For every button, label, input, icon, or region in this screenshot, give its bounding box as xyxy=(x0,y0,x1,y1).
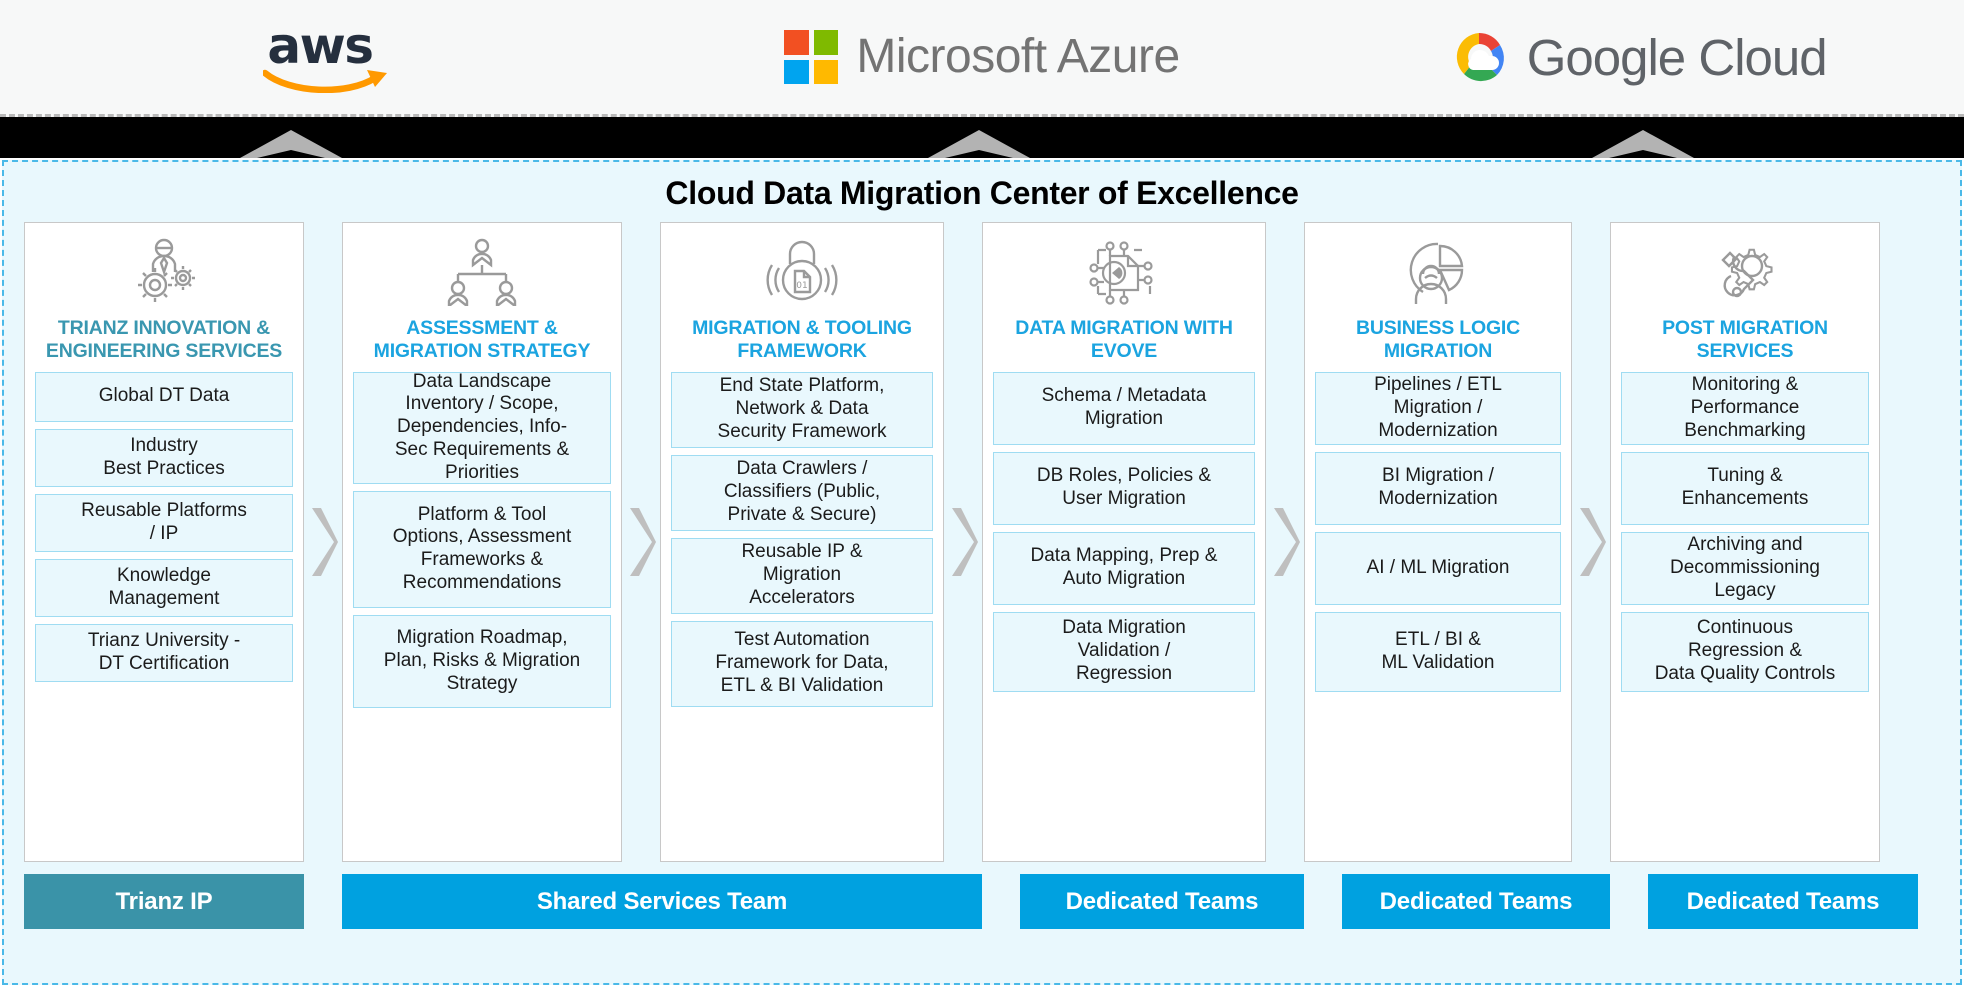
svg-text:01: 01 xyxy=(796,281,807,291)
column-assessment-migration-strategy[interactable]: ASSESSMENT & MIGRATION STRATEGY Data Lan… xyxy=(342,222,622,862)
google-cloud-logo-cell: Google Cloud xyxy=(1309,0,1964,114)
list-item[interactable]: Reusable IP & Migration Accelerators xyxy=(671,537,933,614)
list-item[interactable]: Data Landscape Inventory / Scope, Depend… xyxy=(353,371,611,484)
column-title: ASSESSMENT & MIGRATION STRATEGY xyxy=(373,317,591,362)
list-item[interactable]: Continuous Regression & Data Quality Con… xyxy=(1621,611,1869,692)
page-title: Cloud Data Migration Center of Excellenc… xyxy=(665,175,1299,211)
chevron-right-icon xyxy=(1580,508,1606,576)
list-item[interactable]: Tuning & Enhancements xyxy=(1621,451,1869,525)
column-items: Monitoring & Performance Benchmarking Tu… xyxy=(1621,371,1869,692)
capability-columns: TRIANZ INNOVATION & ENGINEERING SERVICES… xyxy=(4,222,1960,862)
list-item[interactable]: Global DT Data xyxy=(35,371,293,422)
column-business-logic-migration[interactable]: BUSINESS LOGIC MIGRATION Pipelines / ETL… xyxy=(1304,222,1572,862)
separator-chevron-5 xyxy=(1572,222,1610,862)
list-item[interactable]: Test Automation Framework for Data, ETL … xyxy=(671,620,933,707)
chevron-up-icon xyxy=(240,130,342,158)
column-post-migration-services[interactable]: POST MIGRATION SERVICES Monitoring & Per… xyxy=(1610,222,1880,862)
column-title: MIGRATION & TOOLING FRAMEWORK xyxy=(692,317,912,362)
column-items: Data Landscape Inventory / Scope, Depend… xyxy=(353,371,611,708)
list-item[interactable]: Pipelines / ETL Migration / Modernizatio… xyxy=(1315,371,1561,445)
column-items: Pipelines / ETL Migration / Modernizatio… xyxy=(1315,371,1561,692)
chevron-right-icon xyxy=(312,508,338,576)
google-cloud-logo: Google Cloud xyxy=(1447,28,1828,86)
azure-wordmark: Microsoft Azure xyxy=(856,30,1180,83)
list-item[interactable]: Schema / Metadata Migration xyxy=(993,371,1255,445)
list-item[interactable]: DB Roles, Policies & User Migration xyxy=(993,451,1255,525)
microsoft-azure-logo: Microsoft Azure xyxy=(784,30,1180,84)
column-title: TRIANZ INNOVATION & ENGINEERING SERVICES xyxy=(45,317,283,362)
cloud-providers-logo-bar: aws Microsoft Azure Google Cloud xyxy=(0,0,1964,117)
list-item[interactable]: Platform & Tool Options, Assessment Fram… xyxy=(353,490,611,608)
center-of-excellence-panel: Cloud Data Migration Center of Excellenc… xyxy=(2,160,1962,985)
separator-chevron-3 xyxy=(944,222,982,862)
separator-chevron-2 xyxy=(622,222,660,862)
aws-logo: aws xyxy=(263,21,391,93)
azure-logo-cell: Microsoft Azure xyxy=(655,0,1310,114)
google-cloud-mark-icon xyxy=(1456,32,1504,82)
column-items: End State Platform, Network & Data Secur… xyxy=(671,371,933,707)
list-item[interactable]: Data Mapping, Prep & Auto Migration xyxy=(993,531,1255,605)
footer-bar-dedicated-teams-2[interactable]: Dedicated Teams xyxy=(1342,874,1610,929)
separator-chevron-4 xyxy=(1266,222,1304,862)
footer-bar-dedicated-teams-1[interactable]: Dedicated Teams xyxy=(1020,874,1304,929)
chevron-right-icon xyxy=(1274,508,1300,576)
column-trianz-innovation[interactable]: TRIANZ INNOVATION & ENGINEERING SERVICES… xyxy=(24,222,304,862)
chevron-right-icon xyxy=(630,508,656,576)
footer-bar-shared-services-team[interactable]: Shared Services Team xyxy=(342,874,982,929)
list-item[interactable]: Data Crawlers / Classifiers (Public, Pri… xyxy=(671,454,933,531)
aws-wordmark: aws xyxy=(267,17,374,75)
chevron-right-icon xyxy=(952,508,978,576)
list-item[interactable]: Knowledge Management xyxy=(35,558,293,617)
column-title: BUSINESS LOGIC MIGRATION xyxy=(1355,317,1521,362)
microsoft-squares-icon xyxy=(784,30,839,84)
list-item[interactable]: Archiving and Decommissioning Legacy xyxy=(1621,531,1869,605)
padlock-data-icon: 01 xyxy=(762,235,842,309)
list-item[interactable]: Reusable Platforms / IP xyxy=(35,493,293,552)
list-item[interactable]: End State Platform, Network & Data Secur… xyxy=(671,371,933,448)
cloud-text: Cloud xyxy=(1698,28,1827,86)
list-item[interactable]: Industry Best Practices xyxy=(35,428,293,487)
list-item[interactable]: Migration Roadmap, Plan, Risks & Migrati… xyxy=(353,614,611,708)
column-data-migration-with-evove[interactable]: DATA MIGRATION WITH EVOVE Schema / Metad… xyxy=(982,222,1266,862)
column-items: Schema / Metadata Migration DB Roles, Po… xyxy=(993,371,1255,692)
list-item[interactable]: Trianz University - DT Certification xyxy=(35,623,293,682)
list-item[interactable]: ETL / BI & ML Validation xyxy=(1315,611,1561,692)
team-footer-bars: Trianz IP Shared Services Team Dedicated… xyxy=(4,874,1960,929)
column-title: POST MIGRATION SERVICES xyxy=(1662,317,1828,362)
cloud-connector-band xyxy=(0,117,1964,158)
circuit-chip-document-icon xyxy=(1086,235,1162,309)
separator-chevron-1 xyxy=(304,222,342,862)
google-cloud-wordmark: Google Cloud xyxy=(1526,28,1828,86)
person-gears-icon xyxy=(127,235,201,309)
list-item[interactable]: Data Migration Validation / Regression xyxy=(993,611,1255,692)
aws-smile-icon xyxy=(263,69,388,93)
wrench-gear-icon xyxy=(1707,235,1783,309)
column-title: DATA MIGRATION WITH EVOVE xyxy=(1015,317,1233,362)
org-chart-people-icon xyxy=(445,235,519,309)
list-item[interactable]: BI Migration / Modernization xyxy=(1315,451,1561,525)
chevron-up-icon xyxy=(1592,130,1694,158)
list-item[interactable]: AI / ML Migration xyxy=(1315,531,1561,605)
aws-logo-cell: aws xyxy=(0,0,655,114)
chevron-up-icon xyxy=(928,130,1030,158)
pie-chart-person-icon xyxy=(1401,235,1475,309)
footer-bar-dedicated-teams-3[interactable]: Dedicated Teams xyxy=(1648,874,1918,929)
column-items: Global DT Data Industry Best Practices R… xyxy=(35,371,293,682)
footer-bar-trianz-ip[interactable]: Trianz IP xyxy=(24,874,304,929)
column-migration-tooling-framework[interactable]: 01 MIGRATION & TOOLING FRAMEWORK End Sta… xyxy=(660,222,944,862)
list-item[interactable]: Monitoring & Performance Benchmarking xyxy=(1621,371,1869,445)
google-text: Google xyxy=(1526,28,1686,86)
